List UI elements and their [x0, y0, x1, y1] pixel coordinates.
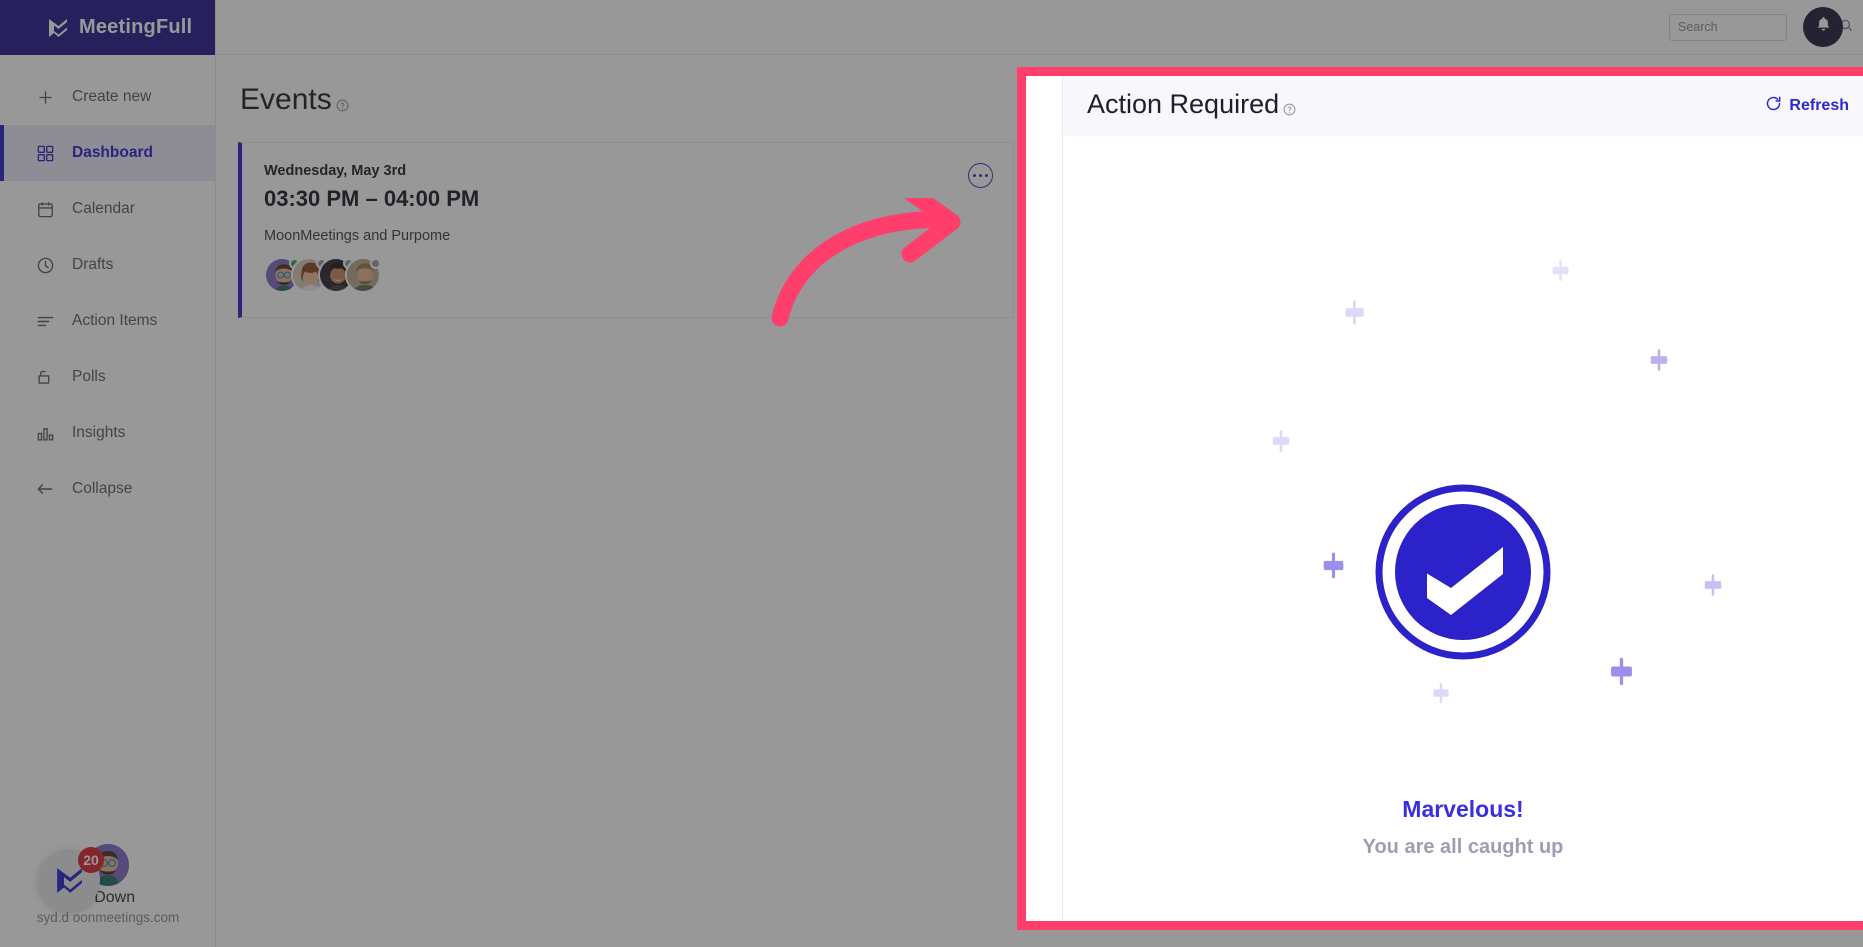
attendee-status-dot — [370, 258, 381, 269]
sparkle-icon — [1548, 258, 1573, 288]
sidebar-item-label: Dashboard — [72, 144, 153, 161]
list-lines-icon — [34, 310, 56, 332]
attendee-avatar[interactable] — [345, 257, 381, 293]
event-date: Wednesday, May 3rd — [264, 163, 407, 179]
sidebar-item-label: Action Items — [72, 312, 158, 329]
sparkle-icon — [1646, 347, 1672, 378]
page-title-text: Events — [240, 83, 332, 116]
help-circle-icon[interactable] — [336, 86, 349, 120]
sparkle-icon — [1268, 428, 1294, 459]
notification-bell-icon — [1814, 15, 1833, 39]
sidebar-item-label: Create new — [72, 88, 152, 105]
refresh-label: Refresh — [1789, 97, 1849, 114]
panel-body: Action Required Refresh Marvelous! You a… — [1062, 76, 1863, 921]
notification-count-badge: 20 — [78, 847, 104, 873]
top-bar — [216, 0, 1863, 55]
panel-canvas: Marvelous! You are all caught up — [1063, 136, 1863, 921]
panel-title: Action Required — [1087, 89, 1296, 123]
kebab-menu-icon[interactable] — [968, 163, 993, 188]
sidebar-item-create-new[interactable]: Create new — [0, 69, 215, 125]
search-box[interactable] — [1669, 13, 1852, 41]
sidebar-item-polls[interactable]: Polls — [0, 349, 215, 405]
sidebar-item-label: Drafts — [72, 256, 114, 273]
sparkle-icon — [1605, 655, 1638, 693]
help-widget-button[interactable]: 20 — [38, 847, 104, 911]
panel-left-rail — [1026, 76, 1062, 921]
sidebar-item-insights[interactable]: Insights — [0, 405, 215, 461]
sidebar-item-collapse[interactable]: Collapse — [0, 461, 215, 517]
sidebar-item-dashboard[interactable]: Dashboard — [0, 125, 215, 181]
refresh-button[interactable]: Refresh — [1765, 95, 1849, 117]
curved-arrow-right-icon — [770, 183, 980, 333]
brand-header: MeetingFull — [0, 0, 215, 55]
poll-icon — [34, 366, 56, 388]
sidebar-profile[interactable]: d Down syd.d oonmeetings.com — [0, 844, 216, 925]
empty-state-subtitle: You are all caught up — [1362, 836, 1564, 858]
empty-state: Marvelous! You are all caught up — [1063, 136, 1863, 921]
meetingfull-logo-icon — [46, 16, 70, 40]
sidebar-nav: Create new Dashboard Calendar Drafts Act… — [0, 55, 215, 517]
sparkle-icon — [1700, 572, 1726, 603]
action-required-highlight: Action Required Refresh Marvelous! You a… — [1017, 67, 1863, 930]
sparkle-icon — [1340, 298, 1369, 332]
sidebar: MeetingFull Create new Dashboard Calenda… — [0, 0, 216, 947]
action-required-panel: Action Required Refresh Marvelous! You a… — [1026, 76, 1863, 921]
plus-icon — [34, 86, 56, 108]
meetingfull-check-badge-icon — [1375, 484, 1551, 660]
panel-header: Action Required Refresh — [1063, 76, 1863, 136]
help-circle-icon[interactable] — [1283, 92, 1296, 123]
sidebar-item-calendar[interactable]: Calendar — [0, 181, 215, 237]
sparkle-icon — [1429, 681, 1453, 710]
sidebar-item-label: Collapse — [72, 480, 133, 497]
grid-icon — [34, 142, 56, 164]
calendar-icon — [34, 198, 56, 220]
clock-icon — [34, 254, 56, 276]
panel-title-text: Action Required — [1087, 89, 1280, 119]
sidebar-item-label: Polls — [72, 368, 106, 385]
sidebar-item-action-items[interactable]: Action Items — [0, 293, 215, 349]
refresh-icon — [1765, 95, 1782, 117]
sidebar-item-label: Calendar — [72, 200, 135, 217]
bar-chart-icon — [34, 422, 56, 444]
empty-state-title: Marvelous! — [1402, 796, 1524, 822]
sparkle-icon — [1318, 550, 1349, 586]
profile-email: syd.d oonmeetings.com — [36, 910, 180, 925]
arrow-left-icon — [34, 478, 56, 500]
brand-name: MeetingFull — [79, 16, 193, 38]
notification-bell-button[interactable] — [1803, 7, 1843, 47]
page-title: Events — [240, 83, 349, 120]
sidebar-item-drafts[interactable]: Drafts — [0, 237, 215, 293]
sidebar-item-label: Insights — [72, 424, 126, 441]
